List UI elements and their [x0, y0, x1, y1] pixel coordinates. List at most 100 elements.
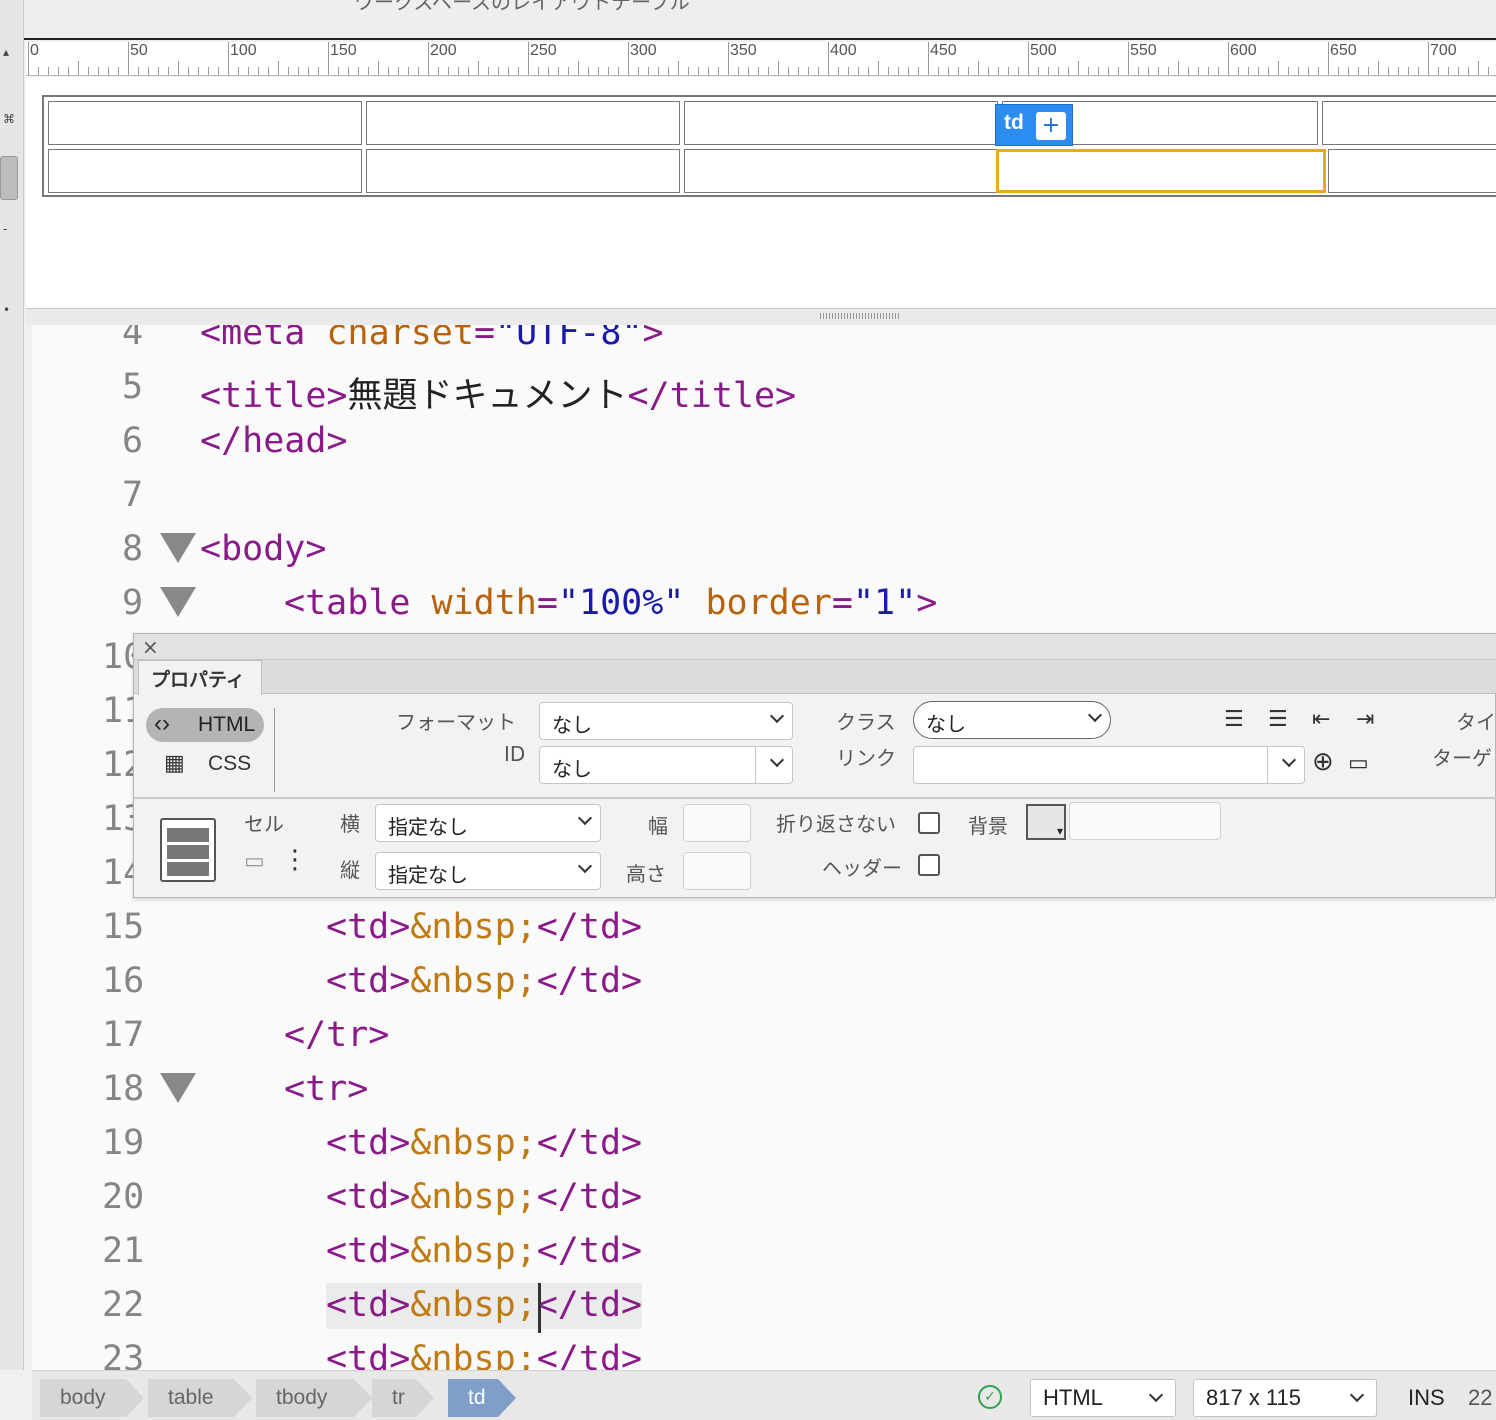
table-cell[interactable]: [684, 101, 998, 145]
table-cell[interactable]: [366, 101, 680, 145]
outdent-icon[interactable]: ⇤: [1312, 708, 1330, 732]
ruler-minor-tick: [1038, 67, 1039, 75]
arrow-icon[interactable]: ▴: [3, 45, 9, 59]
point-to-file-icon[interactable]: ⊕: [1312, 749, 1334, 775]
table-cell[interactable]: [48, 149, 362, 193]
bg-color-swatch[interactable]: ▾: [1026, 804, 1066, 840]
ruler-minor-tick: [808, 67, 809, 75]
ruler-label: 50: [130, 42, 148, 59]
layout-table[interactable]: [42, 95, 1496, 197]
indent-icon[interactable]: ⇥: [1356, 708, 1374, 732]
dot-icon[interactable]: •: [3, 303, 10, 317]
breadcrumb-body[interactable]: body: [40, 1379, 144, 1417]
html-mode-button[interactable]: ‹› HTML: [146, 708, 264, 742]
code-line-18[interactable]: <tr>: [284, 1069, 368, 1109]
validation-ok-icon[interactable]: ✓: [978, 1385, 1002, 1409]
ruler-minor-tick: [638, 67, 639, 75]
code-line-6[interactable]: </head>: [200, 421, 348, 461]
horz-align-select[interactable]: 指定なし: [375, 804, 601, 842]
selected-table-cell[interactable]: [996, 149, 1326, 193]
ruler-minor-tick: [1358, 67, 1359, 75]
folder-icon[interactable]: ▭: [1348, 752, 1369, 776]
breadcrumb-td[interactable]: td: [448, 1379, 516, 1417]
ruler-minor-tick: [838, 67, 839, 75]
fold-toggle-icon[interactable]: [160, 1073, 196, 1103]
split-cell-icon[interactable]: ⋮: [282, 847, 308, 873]
ruler-major-tick: [1228, 42, 1229, 75]
id-select[interactable]: なし: [539, 746, 793, 784]
table-cell[interactable]: [366, 149, 680, 193]
unordered-list-icon[interactable]: ☰: [1224, 708, 1244, 732]
code-line-td[interactable]: <td>&nbsp;</td>: [326, 907, 642, 947]
table-cell[interactable]: [684, 149, 998, 193]
ruler-minor-tick: [1198, 67, 1199, 75]
ruler-minor-tick: [608, 67, 609, 75]
ruler-minor-tick: [468, 67, 469, 75]
window-size-select[interactable]: 817 x 115: [1193, 1379, 1377, 1417]
code-line-td[interactable]: <td>&nbsp;</td>: [326, 1123, 642, 1163]
tab-properties[interactable]: プロパティ: [138, 660, 262, 695]
code-line-9[interactable]: <table width="100%" border="1">: [284, 583, 937, 623]
splitter-grip[interactable]: [820, 313, 900, 319]
code-line-td[interactable]: <td>&nbsp;</td>: [326, 961, 642, 1001]
ruler-minor-tick: [1168, 67, 1169, 75]
code-line-td[interactable]: <td>&nbsp;</td>: [326, 1231, 642, 1271]
height-input[interactable]: [683, 852, 751, 890]
ruler-minor-tick: [1488, 67, 1489, 75]
ordered-list-icon[interactable]: ☰: [1268, 708, 1288, 732]
close-icon[interactable]: ×: [142, 635, 159, 659]
ruler-minor-tick: [108, 67, 109, 75]
title-label: タイ: [1456, 710, 1496, 734]
table-cell[interactable]: [48, 101, 362, 145]
vert-align-select[interactable]: 指定なし: [375, 852, 601, 890]
element-selector-tag[interactable]: td +: [995, 104, 1073, 146]
ruler-minor-tick: [248, 67, 249, 75]
code-line-8[interactable]: <body>: [200, 529, 326, 569]
ruler-minor-tick: [778, 61, 779, 75]
code-line-5[interactable]: <title>無題ドキュメント</title>: [200, 367, 796, 418]
view-splitter[interactable]: [26, 309, 1496, 325]
ruler-minor-tick: [338, 67, 339, 75]
tool-icon[interactable]: ⌘: [3, 112, 15, 126]
add-class-button[interactable]: +: [1036, 112, 1066, 140]
ruler-minor-tick: [888, 67, 889, 75]
format-select[interactable]: なし: [539, 702, 793, 740]
bg-color-input[interactable]: [1069, 802, 1221, 840]
breadcrumb-tbody[interactable]: tbody: [256, 1379, 372, 1417]
ruler-label: 450: [930, 42, 957, 59]
nowrap-checkbox[interactable]: [918, 812, 940, 834]
ruler-minor-tick: [288, 67, 289, 75]
link-input[interactable]: [913, 746, 1305, 784]
breadcrumb-tr[interactable]: tr: [372, 1379, 434, 1417]
merge-cells-icon[interactable]: ▭: [244, 850, 265, 874]
fold-toggle-icon[interactable]: [160, 533, 196, 563]
ruler-minor-tick: [1138, 67, 1139, 75]
fold-toggle-icon[interactable]: [160, 587, 196, 617]
breadcrumb-table[interactable]: table: [148, 1379, 252, 1417]
ruler-minor-tick: [1098, 67, 1099, 75]
table-cell[interactable]: [1322, 101, 1496, 145]
ruler-major-tick: [528, 42, 529, 75]
ruler-minor-tick: [1178, 61, 1179, 75]
ruler-label: 350: [730, 42, 757, 59]
language-select[interactable]: HTML: [1030, 1379, 1176, 1417]
ruler-minor-tick: [318, 67, 319, 75]
ruler-minor-tick: [1448, 67, 1449, 75]
ruler-major-tick: [28, 42, 29, 75]
code-line-4[interactable]: <meta charset="UTF-8">: [200, 325, 664, 353]
code-line-td[interactable]: <td>&nbsp;</td>: [326, 1339, 642, 1370]
code-line-td[interactable]: <td>&nbsp;</td>: [326, 1285, 642, 1325]
line-number: 8: [122, 529, 144, 569]
active-tool-button[interactable]: [0, 156, 18, 200]
tool-icon-2[interactable]: -: [3, 222, 7, 236]
header-checkbox[interactable]: [918, 854, 940, 876]
design-view[interactable]: td +: [26, 77, 1496, 309]
width-input[interactable]: [683, 804, 751, 842]
class-select[interactable]: なし: [913, 701, 1111, 739]
code-line-td[interactable]: <td>&nbsp;</td>: [326, 1177, 642, 1217]
chevron-down-icon: [1087, 707, 1103, 723]
code-line-17[interactable]: </tr>: [284, 1015, 389, 1055]
table-cell[interactable]: [1328, 149, 1496, 193]
panel-header: ×: [134, 634, 1496, 660]
chevron-down-icon: [577, 810, 593, 826]
